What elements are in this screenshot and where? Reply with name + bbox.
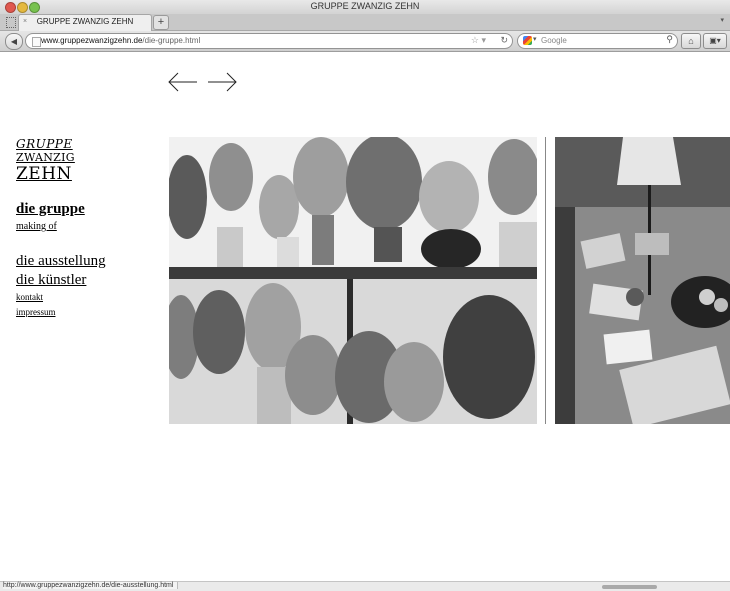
window-titlebar: GRUPPE ZWANZIG ZEHN — [0, 0, 730, 15]
window-title: GRUPPE ZWANZIG ZEHN — [310, 1, 420, 11]
bookmarks-menu-button[interactable]: ▣▾ — [703, 33, 727, 49]
sculpture-heads-illustration — [169, 137, 537, 424]
site-logo[interactable]: GRUPPE ZWANZIG ZEHN — [16, 137, 75, 184]
nav-link-die-gruppe[interactable]: die gruppe — [16, 201, 85, 218]
logo-line-zwanzig: ZWANZIG — [16, 151, 75, 164]
search-placeholder: Google — [541, 36, 567, 45]
arrow-right-icon[interactable] — [207, 72, 237, 92]
sculpture-heads-photo — [169, 137, 537, 424]
tab-menu-icon[interactable]: ▾ — [720, 16, 724, 24]
bookmark-star-icon[interactable]: ☆ ▾ — [471, 35, 486, 46]
tab-label: GRUPPE ZWANZIG ZEHN — [36, 17, 134, 26]
search-icon[interactable]: ⚲ — [666, 34, 673, 45]
arrow-left-icon[interactable] — [168, 72, 198, 92]
tab-overview-icon[interactable] — [6, 17, 16, 28]
gallery-divider — [545, 137, 546, 424]
studio-table-illustration — [555, 137, 730, 424]
url-path: /die-gruppe.html — [142, 36, 201, 45]
search-field[interactable]: ▾ Google ⚲ — [517, 33, 678, 49]
back-button[interactable]: ◀ — [5, 33, 23, 50]
reload-icon[interactable]: ↻ — [500, 35, 508, 46]
nav-link-impressum[interactable]: impressum — [16, 307, 56, 317]
address-url[interactable]: www.gruppezwanzigzehn.de/die-gruppe.html — [41, 36, 200, 45]
home-button[interactable]: ⌂ — [681, 33, 701, 49]
google-engine-icon[interactable] — [523, 36, 532, 45]
browser-toolbar: ◀ www.gruppezwanzigzehn.de/die-gruppe.ht… — [0, 31, 730, 52]
nav-link-die-ausstellung[interactable]: die ausstellung — [16, 253, 106, 270]
search-engine-dropdown-icon[interactable]: ▾ — [533, 35, 537, 43]
nav-link-making-of[interactable]: making of — [16, 221, 57, 232]
logo-line-zehn: ZEHN — [16, 164, 72, 184]
nav-link-kontakt[interactable]: kontakt — [16, 292, 43, 302]
page-favicon-icon — [32, 37, 41, 47]
tab-bar: × GRUPPE ZWANZIG ZEHN + ▾ — [0, 14, 730, 31]
url-host: www.gruppezwanzigzehn.de — [41, 36, 143, 45]
studio-table-photo — [555, 137, 730, 424]
logo-line-gruppe: GRUPPE — [16, 137, 73, 151]
new-tab-button[interactable]: + — [153, 15, 169, 30]
tab-active[interactable]: × GRUPPE ZWANZIG ZEHN — [18, 14, 152, 31]
horizontal-scrollbar[interactable] — [602, 585, 657, 589]
nav-link-die-kuenstler[interactable]: die künstler — [16, 272, 86, 289]
status-link-url: http://www.gruppezwanzigzehn.de/die-auss… — [3, 582, 179, 589]
address-bar[interactable]: www.gruppezwanzigzehn.de/die-gruppe.html… — [25, 33, 513, 49]
